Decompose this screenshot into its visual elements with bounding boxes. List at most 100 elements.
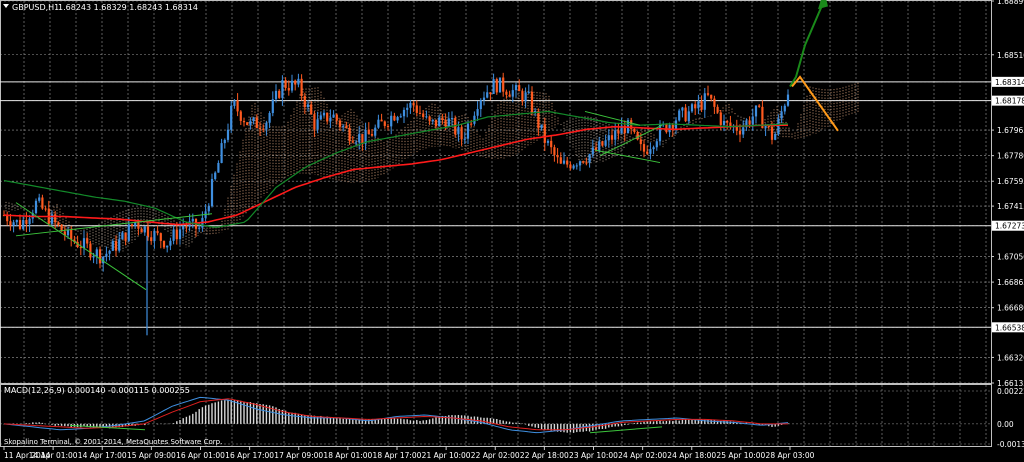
candle-body: [770, 126, 774, 140]
macd-tick-label: 0.00: [997, 420, 1014, 429]
candle-body: [764, 126, 767, 129]
price-level-lines: [0, 81, 991, 328]
price-tick-label: 1.66680: [997, 304, 1024, 313]
price-tick-label: 1.67595: [997, 177, 1024, 186]
candle-body: [505, 91, 508, 95]
price-tick-label: 1.68899: [997, 0, 1024, 6]
candle-body: [271, 99, 274, 114]
candle-body: [390, 115, 393, 127]
candle-body: [70, 229, 73, 240]
candle-body: [220, 143, 223, 163]
price-tag-label: 1.67273: [995, 222, 1024, 231]
candle-body: [780, 111, 783, 119]
symbol-header: GBPUSD,H1: [12, 3, 59, 12]
candle-body: [198, 227, 201, 229]
candle-body: [294, 80, 297, 85]
candle-body: [719, 112, 722, 125]
candle-body: [348, 127, 351, 142]
candle-body: [425, 116, 428, 118]
candle-body: [678, 110, 681, 121]
chart-canvas[interactable]: 1.68899 1.68510 1.68314 1.68178 1.67965 1.677…: [0, 0, 1024, 462]
time-tick-label: 24 Apr 02:00: [618, 451, 667, 460]
candle-body: [418, 112, 422, 114]
time-tick-label: 21 Apr 10:00: [422, 451, 471, 460]
price-tag-label: 1.68178: [995, 97, 1024, 106]
candle-body: [428, 116, 431, 122]
candle-body: [774, 133, 777, 140]
candle-body: [447, 118, 450, 127]
candle-body: [598, 141, 601, 151]
price-tick-label: 1.67415: [997, 202, 1024, 211]
candle-body: [6, 215, 9, 222]
candle-body: [28, 218, 31, 225]
candle-body: [338, 120, 342, 127]
macd-signal-line: [3, 398, 788, 431]
candle-body: [217, 162, 220, 173]
candle-body: [687, 111, 690, 122]
candle-body: [383, 121, 386, 126]
candle-body: [281, 80, 284, 98]
candle-body: [559, 157, 562, 164]
candle-body: [726, 120, 729, 123]
trend-line: [15, 202, 147, 291]
candle-body: [684, 107, 687, 122]
candle-body: [252, 117, 255, 122]
candle-body: [182, 226, 185, 230]
time-tick-label: 25 Apr 10:00: [716, 451, 765, 460]
candle-body: [169, 240, 172, 246]
candle-body: [12, 222, 15, 226]
candle-body: [258, 128, 262, 130]
moving-averages: [3, 110, 789, 229]
candle-body: [300, 78, 303, 97]
candle-body: [342, 125, 345, 127]
candle-body: [140, 228, 143, 233]
candle-body: [374, 127, 377, 136]
candle-body: [114, 241, 118, 251]
candle-body: [431, 119, 434, 122]
chart-grid: [0, 0, 991, 446]
candle-body: [441, 117, 444, 120]
candle-body: [553, 147, 556, 155]
candle-body: [121, 232, 124, 240]
macd-trend-line: [589, 426, 663, 434]
time-tick-label: 15 Apr 09:00: [127, 451, 176, 460]
candle-body: [575, 165, 578, 167]
macd-header: MACD(12,26,9) 0.000140 -0.000115 0.00025…: [4, 386, 190, 395]
candle-body: [246, 122, 249, 125]
candle-body: [591, 147, 594, 155]
candle-body: [511, 90, 514, 97]
candle-body: [521, 91, 524, 102]
time-tick-label: 17 Apr 09:00: [274, 451, 323, 460]
candle-body: [748, 120, 751, 125]
candle-body: [783, 105, 786, 112]
triangle-down-icon[interactable]: [3, 4, 9, 8]
candle-body: [335, 114, 338, 121]
candle-body: [617, 130, 620, 134]
candle-body: [710, 94, 713, 99]
price-tick-label: 1.66320: [997, 353, 1024, 362]
candle-body: [278, 90, 281, 98]
candle-body: [601, 141, 604, 146]
candle-body: [681, 107, 684, 111]
time-tick-label: 14 Apr 01:00: [29, 451, 78, 460]
candle-body: [751, 116, 754, 125]
candle-body: [406, 107, 409, 110]
candle-body: [671, 124, 674, 129]
candle-body: [646, 151, 649, 154]
candle-body: [38, 197, 41, 201]
candle-body: [172, 229, 175, 241]
candle-body: [460, 127, 463, 140]
candle-body: [566, 160, 569, 165]
candle-body: [306, 104, 310, 108]
candle-body: [329, 117, 332, 122]
time-tick-label: 18 Apr 17:00: [373, 451, 422, 460]
candle-body: [118, 239, 121, 251]
candle-body: [370, 134, 374, 136]
candle-body: [537, 110, 540, 129]
price-tag-label: 1.68314: [995, 78, 1024, 87]
time-axis: 11 Apr 201414 Apr 01:00 14 Apr 17:00 15 Ap…: [3, 446, 815, 460]
candle-body: [409, 102, 412, 108]
candle-body: [540, 124, 543, 129]
candle-body: [255, 117, 258, 129]
candle-body: [489, 92, 492, 94]
